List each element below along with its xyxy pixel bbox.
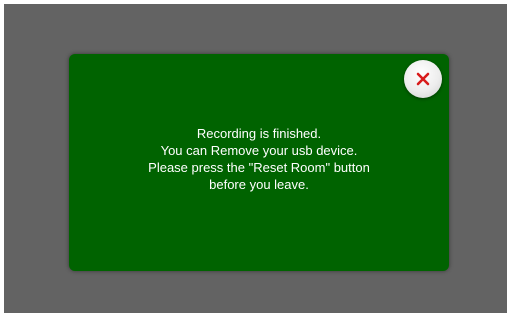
message-line: You can Remove your usb device.: [160, 143, 358, 158]
dialog-message: Recording is finished. You can Remove yo…: [69, 125, 449, 193]
message-line: Please press the "Reset Room" button: [148, 160, 370, 175]
message-line: Recording is finished.: [196, 126, 322, 141]
message-line: before you leave.: [209, 177, 309, 192]
close-icon: [416, 72, 430, 86]
close-button[interactable]: [404, 60, 442, 98]
recording-finished-dialog: Recording is finished. You can Remove yo…: [69, 54, 449, 271]
modal-backdrop: Recording is finished. You can Remove yo…: [4, 4, 507, 313]
